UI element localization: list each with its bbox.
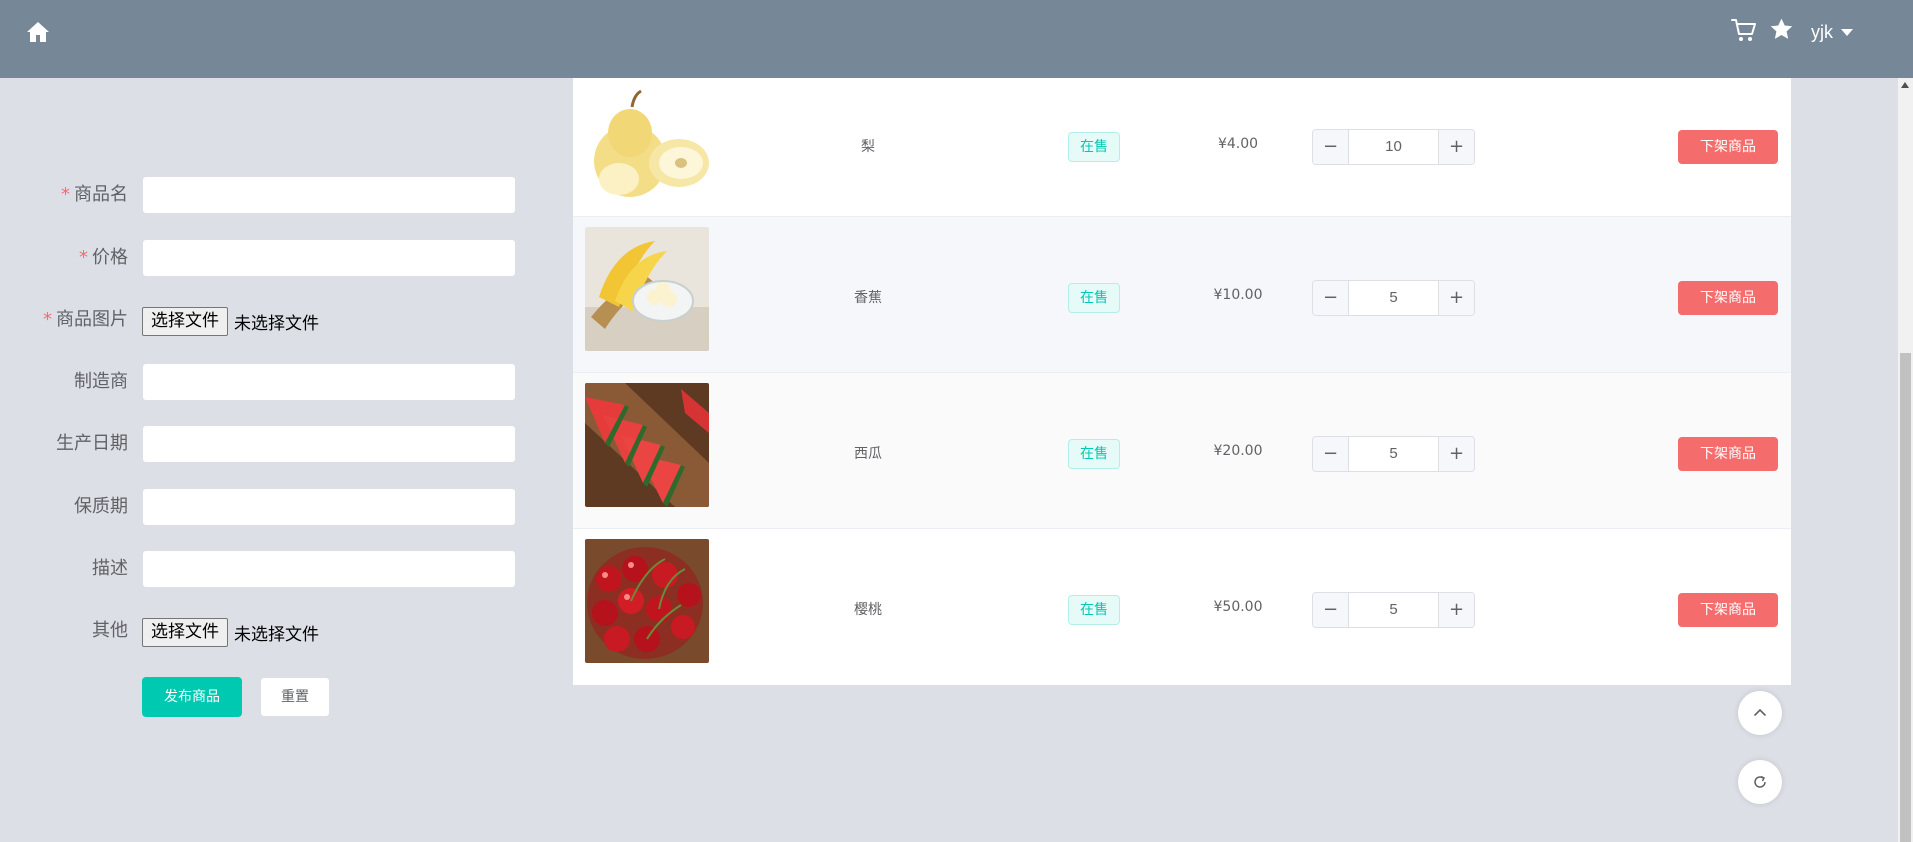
shelf-life-label: 保质期 [74,496,128,517]
increase-button[interactable]: + [1438,593,1474,627]
form-row-product-image: * 商品图片 选择文件 未选择文件 [0,300,560,340]
product-price: ¥10.00 [1213,287,1263,303]
table-row: 梨 在售 ¥4.00 − + 下架商品 [573,78,1791,217]
other-file-input: 选择文件 未选择文件 [142,617,319,647]
manufacturer-label: 制造商 [74,371,128,392]
banana-image [585,227,709,351]
product-name: 樱桃 [854,602,882,618]
description-input[interactable] [142,550,516,588]
table-row: 西瓜 在售 ¥20.00 − + 下架商品 [573,373,1791,529]
form-row-production-date: 生产日期 [0,424,560,464]
user-menu[interactable]: yjk [1811,20,1853,44]
page-scrollbar[interactable] [1898,78,1913,842]
choose-file-button[interactable]: 选择文件 [142,306,228,336]
delist-product-button[interactable]: 下架商品 [1678,593,1778,627]
star-icon[interactable] [1769,17,1794,42]
product-price: ¥50.00 [1213,599,1263,615]
form-row-manufacturer: 制造商 [0,362,560,402]
decrease-button[interactable]: − [1313,281,1349,315]
publish-product-button[interactable]: 发布商品 [142,677,242,717]
status-badge: 在售 [1068,439,1120,469]
no-file-text: 未选择文件 [234,624,319,645]
status-badge: 在售 [1068,132,1120,162]
refresh-button[interactable] [1738,760,1782,804]
quantity-stepper: − + [1312,592,1475,628]
decrease-button[interactable]: − [1313,593,1349,627]
product-price: ¥4.00 [1217,136,1259,152]
reset-button[interactable]: 重置 [260,677,330,717]
product-name-label: * 商品名 [61,184,128,205]
product-name-input[interactable] [142,176,516,214]
quantity-input[interactable] [1349,281,1438,315]
required-mark: * [43,309,52,330]
username: yjk [1811,21,1833,42]
product-name: 梨 [861,139,875,155]
product-image-label: * 商品图片 [43,309,128,330]
form-row-price: * 价格 [0,238,560,278]
other-label: 其他 [92,620,128,641]
shelf-life-input[interactable] [142,488,516,526]
price-input[interactable] [142,239,516,277]
product-price: ¥20.00 [1213,443,1263,459]
form-row-description: 描述 [0,549,560,589]
top-navbar: yjk [0,0,1913,78]
product-name: 香蕉 [854,290,882,306]
quantity-stepper: − + [1312,280,1475,316]
delist-product-button[interactable]: 下架商品 [1678,281,1778,315]
cherry-image [585,539,709,663]
quantity-input[interactable] [1349,130,1438,164]
caret-down-icon [1841,28,1853,36]
table-row: 樱桃 在售 ¥50.00 − + 下架商品 [573,529,1791,685]
watermelon-image [585,383,709,507]
scroll-up-arrow[interactable] [1901,82,1909,88]
production-date-input[interactable] [142,425,516,463]
pear-image [585,83,709,207]
delist-product-button[interactable]: 下架商品 [1678,130,1778,164]
delist-product-button[interactable]: 下架商品 [1678,437,1778,471]
scrollbar-thumb[interactable] [1900,353,1911,842]
quantity-stepper: − + [1312,436,1475,472]
increase-button[interactable]: + [1438,281,1474,315]
table-row: 香蕉 在售 ¥10.00 − + 下架商品 [573,217,1791,373]
quantity-input[interactable] [1349,437,1438,471]
decrease-button[interactable]: − [1313,437,1349,471]
manufacturer-input[interactable] [142,363,516,401]
status-badge: 在售 [1068,283,1120,313]
quantity-stepper: − + [1312,129,1475,165]
production-date-label: 生产日期 [56,433,128,454]
form-row-shelf-life: 保质期 [0,487,560,527]
choose-file-button[interactable]: 选择文件 [142,617,228,647]
description-label: 描述 [92,558,128,579]
back-to-top-button[interactable] [1738,691,1782,735]
required-mark: * [79,247,88,268]
product-image-file-input: 选择文件 未选择文件 [142,306,319,336]
status-badge: 在售 [1068,595,1120,625]
form-row-product-name: * 商品名 [0,175,560,215]
product-name: 西瓜 [854,446,882,462]
publish-product-form: * 商品名 * 价格 * 商品图片 选择文件 未选择文件 制造商 生产日期 保质期 描… [0,78,560,842]
increase-button[interactable]: + [1438,130,1474,164]
decrease-button[interactable]: − [1313,130,1349,164]
form-row-other: 其他 选择文件 未选择文件 [0,611,560,651]
required-mark: * [61,184,70,205]
refresh-icon [1754,775,1766,788]
no-file-text: 未选择文件 [234,313,319,334]
quantity-input[interactable] [1349,593,1438,627]
home-icon[interactable] [26,20,50,44]
chevron-up-icon [1754,708,1766,716]
product-table: 梨 在售 ¥4.00 − + 下架商品 香蕉 在售 ¥10.00 − + [573,78,1791,685]
cart-icon[interactable] [1731,17,1757,43]
price-label: * 价格 [79,247,128,268]
increase-button[interactable]: + [1438,437,1474,471]
